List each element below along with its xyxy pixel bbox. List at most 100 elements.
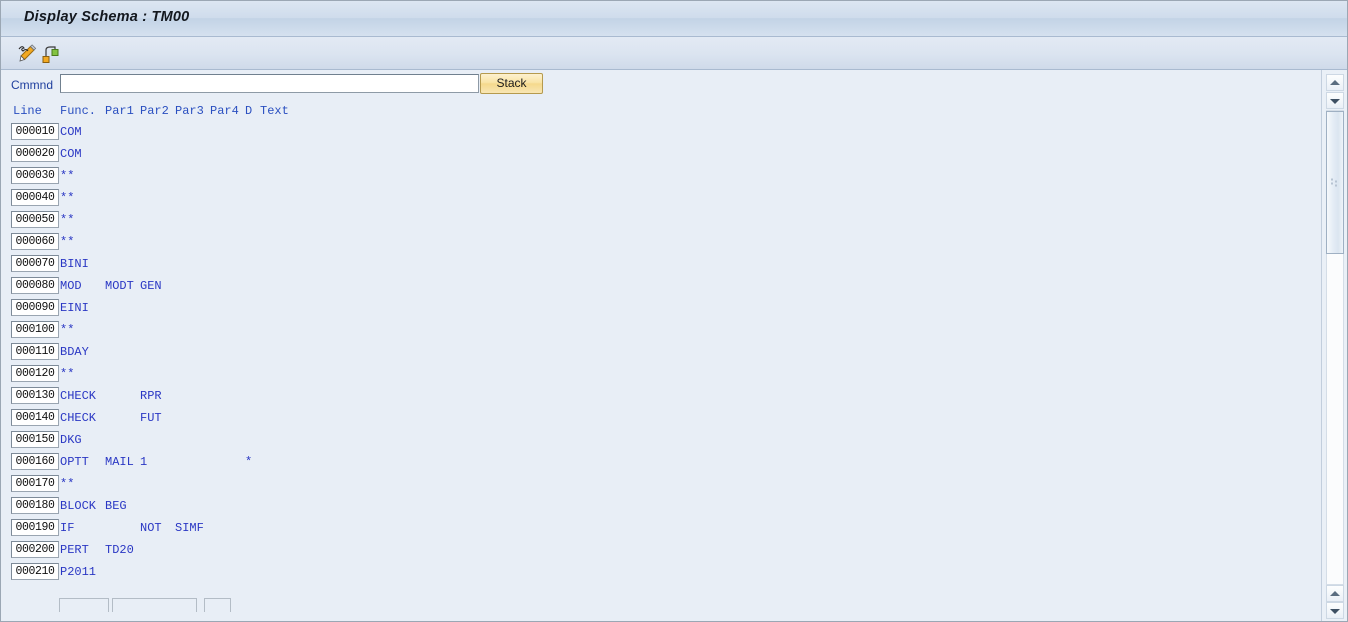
command-input[interactable] <box>60 74 479 93</box>
cell-func[interactable]: ** <box>60 367 74 381</box>
cell-func[interactable]: ** <box>60 323 74 337</box>
column-header-par3: Par3 <box>175 104 204 118</box>
line-number-field[interactable]: 000050 <box>11 211 59 228</box>
table-row[interactable]: 000140 CHECK FUT <box>1 408 1321 430</box>
cell-func[interactable]: ** <box>60 235 74 249</box>
line-number-field[interactable]: 000070 <box>11 255 59 272</box>
line-number-field[interactable]: 000120 <box>11 365 59 382</box>
cell-par2[interactable]: GEN <box>140 279 162 293</box>
table-row[interactable]: 000120 ** <box>1 364 1321 386</box>
cell-par1[interactable]: MODT <box>105 279 134 293</box>
line-number-field[interactable]: 000200 <box>11 541 59 558</box>
cell-func[interactable]: BINI <box>60 257 89 271</box>
table-row[interactable]: 000160 OPTT MAIL 1 * <box>1 452 1321 474</box>
table-row[interactable]: 000090 EINI <box>1 298 1321 320</box>
scroll-page-up-button[interactable] <box>1326 585 1344 602</box>
scroll-page-down-button[interactable] <box>1326 602 1344 619</box>
vertical-scrollbar[interactable] <box>1321 70 1347 621</box>
table-row[interactable]: 000050 ** <box>1 210 1321 232</box>
line-number-field[interactable]: 000010 <box>11 123 59 140</box>
line-number-field[interactable]: 000110 <box>11 343 59 360</box>
cell-par1[interactable]: MAIL <box>105 455 134 469</box>
schema-structure-icon <box>40 46 62 68</box>
column-header-func: Func. <box>60 104 97 118</box>
line-number-field[interactable]: 000150 <box>11 431 59 448</box>
line-number-field[interactable]: 000030 <box>11 167 59 184</box>
scrollbar-thumb[interactable] <box>1326 111 1344 254</box>
table-row[interactable]: 000130 CHECK RPR <box>1 386 1321 408</box>
table-row[interactable]: 000030 ** <box>1 166 1321 188</box>
cell-par1[interactable]: TD20 <box>105 543 134 557</box>
change-schema-button[interactable] <box>15 42 41 67</box>
line-number-field[interactable]: 000040 <box>11 189 59 206</box>
cell-func[interactable]: COM <box>60 125 82 139</box>
column-header-par2: Par2 <box>140 104 169 118</box>
cell-par2[interactable]: RPR <box>140 389 162 403</box>
cell-func[interactable]: EINI <box>60 301 89 315</box>
cell-func[interactable]: BLOCK <box>60 499 96 513</box>
change-schema-icon <box>16 44 38 68</box>
cell-func[interactable]: IF <box>60 521 74 535</box>
table-row[interactable]: 000080 MOD MODT GEN <box>1 276 1321 298</box>
column-header-text: Text <box>260 104 289 118</box>
table-row[interactable]: 000040 ** <box>1 188 1321 210</box>
line-number-field[interactable]: 000180 <box>11 497 59 514</box>
column-header-d: D <box>245 104 253 118</box>
cell-func[interactable]: MOD <box>60 279 82 293</box>
schema-table: Line Func. Par1 Par2 Par3 Par4 D Text 000010 COM… <box>1 101 1321 621</box>
table-row[interactable]: 000070 BINI <box>1 254 1321 276</box>
table-row[interactable]: 000180 BLOCK BEG <box>1 496 1321 518</box>
line-number-field[interactable]: 000160 <box>11 453 59 470</box>
table-row[interactable]: 000010 COM <box>1 122 1321 144</box>
cell-par2[interactable]: 1 <box>140 455 147 469</box>
application-toolbar: © www.tutorialkart.com <box>1 37 1347 100</box>
cell-par2[interactable]: NOT <box>140 521 162 535</box>
stack-button[interactable]: Stack <box>480 73 543 94</box>
line-number-field[interactable]: 000190 <box>11 519 59 536</box>
scroll-down-button[interactable] <box>1326 92 1344 109</box>
cell-func[interactable]: ** <box>60 477 74 491</box>
line-number-field[interactable]: 000100 <box>11 321 59 338</box>
new-entry-par-field[interactable] <box>112 598 197 612</box>
table-row[interactable]: 000170 ** <box>1 474 1321 496</box>
column-header-par4: Par4 <box>210 104 239 118</box>
table-row[interactable]: 000100 ** <box>1 320 1321 342</box>
cell-func[interactable]: ** <box>60 169 74 183</box>
cell-func[interactable]: CHECK <box>60 389 96 403</box>
table-row[interactable]: 000200 PERT TD20 <box>1 540 1321 562</box>
cell-func[interactable]: ** <box>60 191 74 205</box>
column-header-par1: Par1 <box>105 104 134 118</box>
schema-structure-button[interactable] <box>39 42 65 67</box>
table-row[interactable]: 000060 ** <box>1 232 1321 254</box>
cell-func[interactable]: P2011 <box>60 565 96 579</box>
line-number-field[interactable]: 000090 <box>11 299 59 316</box>
table-row[interactable]: 000110 BDAY <box>1 342 1321 364</box>
new-entry-d-field[interactable] <box>204 598 231 612</box>
cell-par2[interactable]: FUT <box>140 411 162 425</box>
scroll-up-button[interactable] <box>1326 74 1344 91</box>
cell-func[interactable]: CHECK <box>60 411 96 425</box>
cell-func[interactable]: PERT <box>60 543 89 557</box>
page-title: Display Schema : TM00 <box>24 9 190 25</box>
cell-func[interactable]: ** <box>60 213 74 227</box>
line-number-field[interactable]: 000020 <box>11 145 59 162</box>
table-row[interactable]: 000150 DKG <box>1 430 1321 452</box>
line-number-field[interactable]: 000170 <box>11 475 59 492</box>
triangle-down-icon <box>1330 98 1340 104</box>
cell-func[interactable]: DKG <box>60 433 82 447</box>
cell-par1[interactable]: BEG <box>105 499 127 513</box>
cell-func[interactable]: OPTT <box>60 455 89 469</box>
line-number-field[interactable]: 000080 <box>11 277 59 294</box>
table-row[interactable]: 000210 P2011 <box>1 562 1321 584</box>
line-number-field[interactable]: 000140 <box>11 409 59 426</box>
table-row[interactable]: 000020 COM <box>1 144 1321 166</box>
cell-d[interactable]: * <box>245 455 252 469</box>
line-number-field[interactable]: 000130 <box>11 387 59 404</box>
table-row[interactable]: 000190 IF NOT SIMF <box>1 518 1321 540</box>
line-number-field[interactable]: 000060 <box>11 233 59 250</box>
cell-func[interactable]: COM <box>60 147 82 161</box>
cell-par3[interactable]: SIMF <box>175 521 204 535</box>
new-entry-func-field[interactable] <box>59 598 109 612</box>
line-number-field[interactable]: 000210 <box>11 563 59 580</box>
cell-func[interactable]: BDAY <box>60 345 89 359</box>
